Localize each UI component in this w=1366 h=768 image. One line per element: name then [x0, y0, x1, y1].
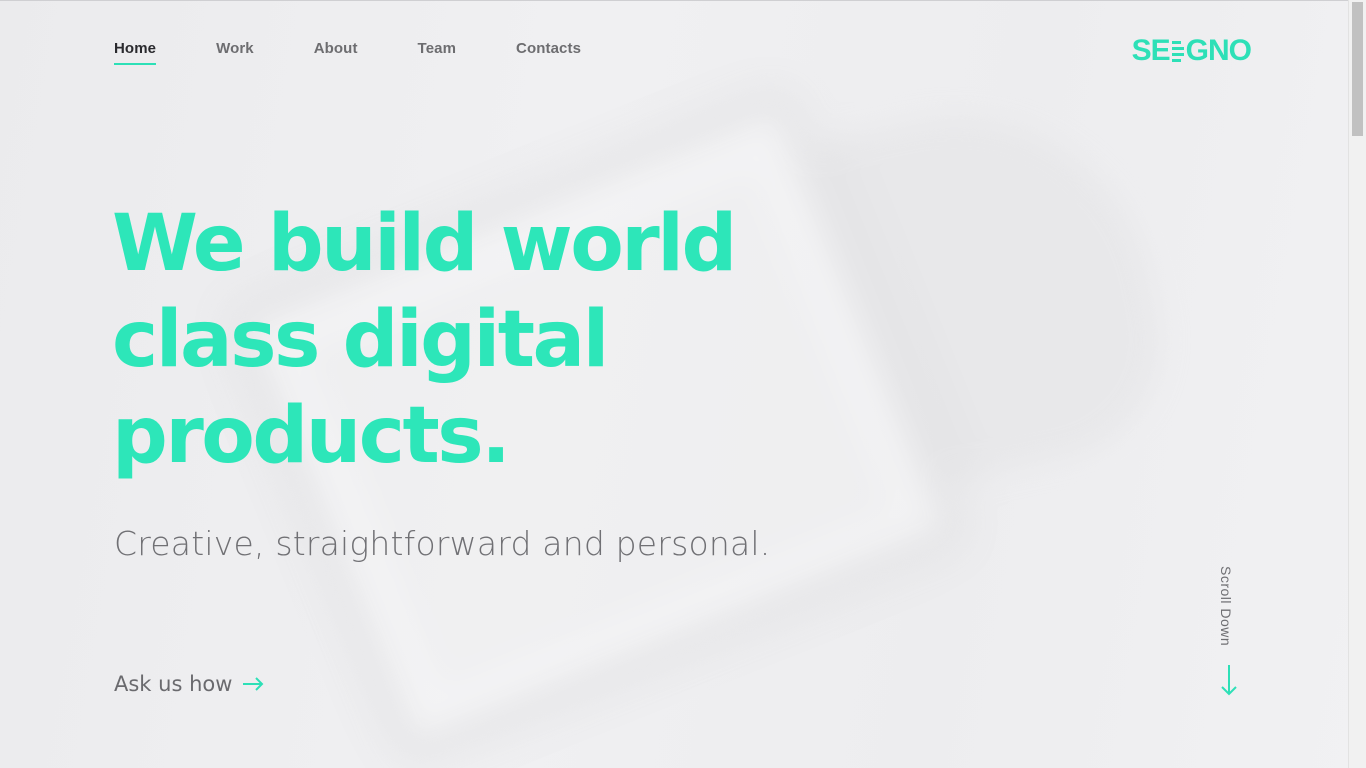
arrow-right-icon — [243, 677, 264, 691]
cta-label: Ask us how — [114, 672, 233, 696]
nav-item-home[interactable]: Home — [114, 40, 157, 65]
hero-headline-line-2: class digital — [112, 295, 609, 385]
hero-headline-line-3: products. — [112, 391, 511, 481]
scroll-down-control[interactable]: Scroll Down — [1214, 566, 1244, 700]
nav-item-contacts[interactable]: Contacts — [516, 40, 581, 65]
hero-headline: We build world class digital products. — [112, 196, 812, 484]
logo-bars-icon — [1171, 40, 1184, 62]
hero-subtitle: Creative, straightforward and personal. — [114, 524, 771, 563]
nav-item-work[interactable]: Work — [216, 40, 254, 65]
landing-page: Home Work About Team Contacts SE GNO We … — [0, 0, 1366, 768]
top-border — [0, 0, 1366, 1]
arrow-down-icon — [1221, 665, 1237, 696]
nav-item-about[interactable]: About — [314, 40, 358, 65]
scrollbar-thumb[interactable] — [1352, 2, 1363, 136]
logo-text-right: GNO — [1185, 34, 1252, 67]
ask-us-how-link[interactable]: Ask us how — [114, 672, 264, 696]
hero-headline-line-1: We build world — [112, 199, 737, 289]
page-scrollbar[interactable] — [1348, 0, 1366, 768]
main-navigation: Home Work About Team Contacts — [114, 40, 641, 65]
nav-item-team[interactable]: Team — [418, 40, 456, 65]
logo-text-left: SE — [1131, 34, 1171, 67]
scroll-down-label: Scroll Down — [1218, 566, 1234, 647]
brand-logo[interactable]: SE GNO — [1131, 34, 1252, 68]
